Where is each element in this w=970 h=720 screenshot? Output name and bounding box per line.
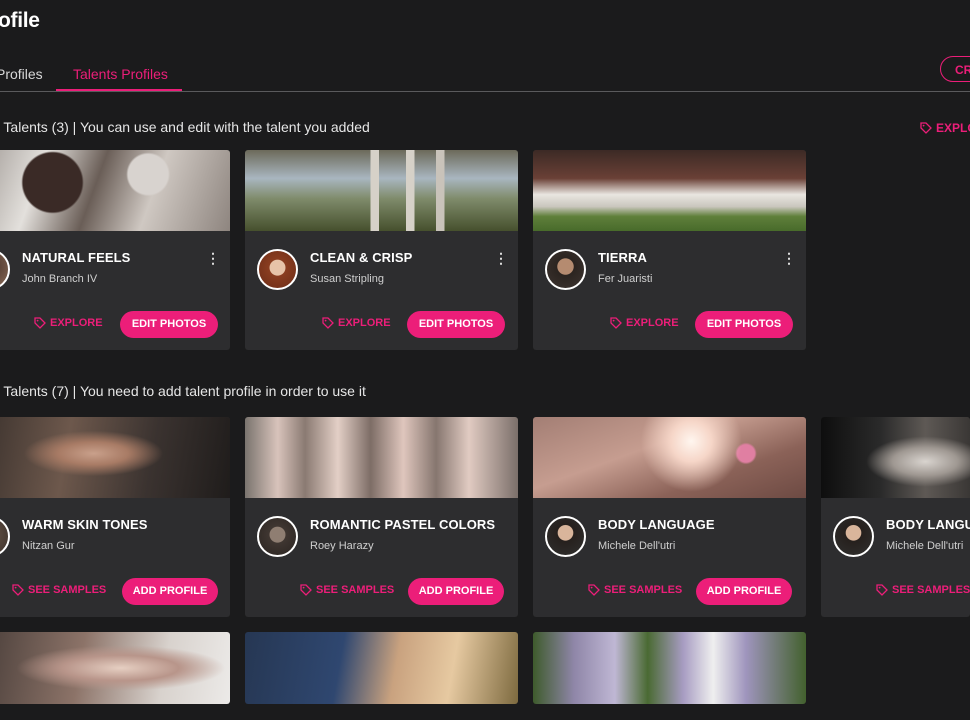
page-title: ofile	[0, 9, 40, 32]
explore-all-label: EXPLO	[936, 121, 970, 135]
explore-link[interactable]: EXPLORE	[322, 317, 391, 329]
talent-card: ROMANTIC PASTEL COLORS Roey Harazy SEE S…	[245, 417, 518, 617]
tag-icon	[588, 584, 600, 596]
add-profile-button[interactable]: ADD PROFILE	[696, 578, 792, 605]
talent-name: ROMANTIC PASTEL COLORS	[310, 517, 496, 532]
talent-author: Fer Juaristi	[598, 273, 653, 285]
edit-photos-button[interactable]: EDIT PHOTOS	[407, 311, 505, 338]
talent-name: NATURAL FEELS	[22, 250, 131, 265]
tag-icon	[300, 584, 312, 596]
explore-all-link[interactable]: EXPLO	[920, 121, 970, 135]
more-vertical-icon[interactable]: ⋮	[206, 251, 220, 265]
tag-icon	[12, 584, 24, 596]
tab-talents-profiles[interactable]: Talents Profiles	[73, 66, 168, 82]
tabs-divider	[0, 91, 970, 92]
talent-card: WARM SKIN TONES Nitzan Gur SEE SAMPLES A…	[0, 417, 230, 617]
talent-cover-photo[interactable]	[0, 150, 230, 231]
author-avatar	[0, 516, 10, 557]
edit-photos-button[interactable]: EDIT PHOTOS	[695, 311, 793, 338]
available-talents-heading: e Talents (7) | You need to add talent p…	[0, 383, 366, 399]
talent-cover-photo[interactable]	[245, 417, 518, 498]
talent-author: Susan Stripling	[310, 273, 384, 285]
see-samples-label: SEE SAMPLES	[892, 584, 970, 596]
talent-cover-photo[interactable]	[245, 150, 518, 231]
talent-cover-photo[interactable]	[533, 417, 806, 498]
see-samples-link[interactable]: SEE SAMPLES	[588, 584, 682, 596]
tag-icon	[920, 122, 932, 134]
talent-name: BODY LANGUAGE	[598, 517, 715, 532]
talent-author: John Branch IV	[22, 273, 98, 285]
talent-cover-photo[interactable]	[0, 632, 230, 704]
see-samples-link[interactable]: SEE SAMPLES	[300, 584, 394, 596]
talent-author: Michele Dell'utri	[886, 540, 964, 552]
more-vertical-icon[interactable]: ⋮	[782, 251, 796, 265]
author-avatar	[257, 516, 298, 557]
talent-card: NATURAL FEELS John Branch IV ⋮ EXPLORE E…	[0, 150, 230, 350]
tab-profiles[interactable]: Profiles	[0, 66, 43, 82]
talent-card: CLEAN & CRISP Susan Stripling ⋮ EXPLORE …	[245, 150, 518, 350]
see-samples-link[interactable]: SEE SAMPLES	[876, 584, 970, 596]
author-avatar	[545, 249, 586, 290]
added-talents-heading: d Talents (3) | You can use and edit wit…	[0, 119, 370, 135]
talent-card: BODY LANGUAGE Michele Dell'utri SEE SAMP…	[533, 417, 806, 617]
see-samples-label: SEE SAMPLES	[604, 584, 683, 596]
author-avatar	[545, 516, 586, 557]
explore-label: EXPLORE	[626, 317, 679, 329]
see-samples-label: SEE SAMPLES	[316, 584, 395, 596]
tag-icon	[322, 317, 334, 329]
see-samples-link[interactable]: SEE SAMPLES	[12, 584, 106, 596]
author-avatar	[0, 249, 10, 290]
talent-card: BODY LANGUA Michele Dell'utri SEE SAMPLE…	[821, 417, 970, 617]
talent-card: TIERRA Fer Juaristi ⋮ EXPLORE EDIT PHOTO…	[533, 150, 806, 350]
tag-icon	[876, 584, 888, 596]
add-profile-button[interactable]: ADD PROFILE	[122, 578, 218, 605]
tag-icon	[34, 317, 46, 329]
explore-label: EXPLORE	[50, 317, 103, 329]
talent-author: Nitzan Gur	[22, 540, 75, 552]
create-button[interactable]: CRE	[940, 56, 970, 82]
talent-name: CLEAN & CRISP	[310, 250, 413, 265]
tag-icon	[610, 317, 622, 329]
see-samples-label: SEE SAMPLES	[28, 584, 107, 596]
edit-photos-button[interactable]: EDIT PHOTOS	[120, 311, 218, 338]
add-profile-button[interactable]: ADD PROFILE	[408, 578, 504, 605]
talent-name: WARM SKIN TONES	[22, 517, 148, 532]
author-avatar	[833, 516, 874, 557]
talent-cover-photo[interactable]	[533, 150, 806, 231]
more-vertical-icon[interactable]: ⋮	[494, 251, 508, 265]
talent-cover-photo[interactable]	[821, 417, 970, 498]
talent-name: BODY LANGUA	[886, 517, 970, 532]
author-avatar	[257, 249, 298, 290]
talent-author: Roey Harazy	[310, 540, 374, 552]
talent-cover-photo[interactable]	[533, 632, 806, 704]
explore-label: EXPLORE	[338, 317, 391, 329]
explore-link[interactable]: EXPLORE	[34, 317, 103, 329]
talent-author: Michele Dell'utri	[598, 540, 676, 552]
talent-cover-photo[interactable]	[0, 417, 230, 498]
explore-link[interactable]: EXPLORE	[610, 317, 679, 329]
talent-cover-photo[interactable]	[245, 632, 518, 704]
talent-name: TIERRA	[598, 250, 647, 265]
